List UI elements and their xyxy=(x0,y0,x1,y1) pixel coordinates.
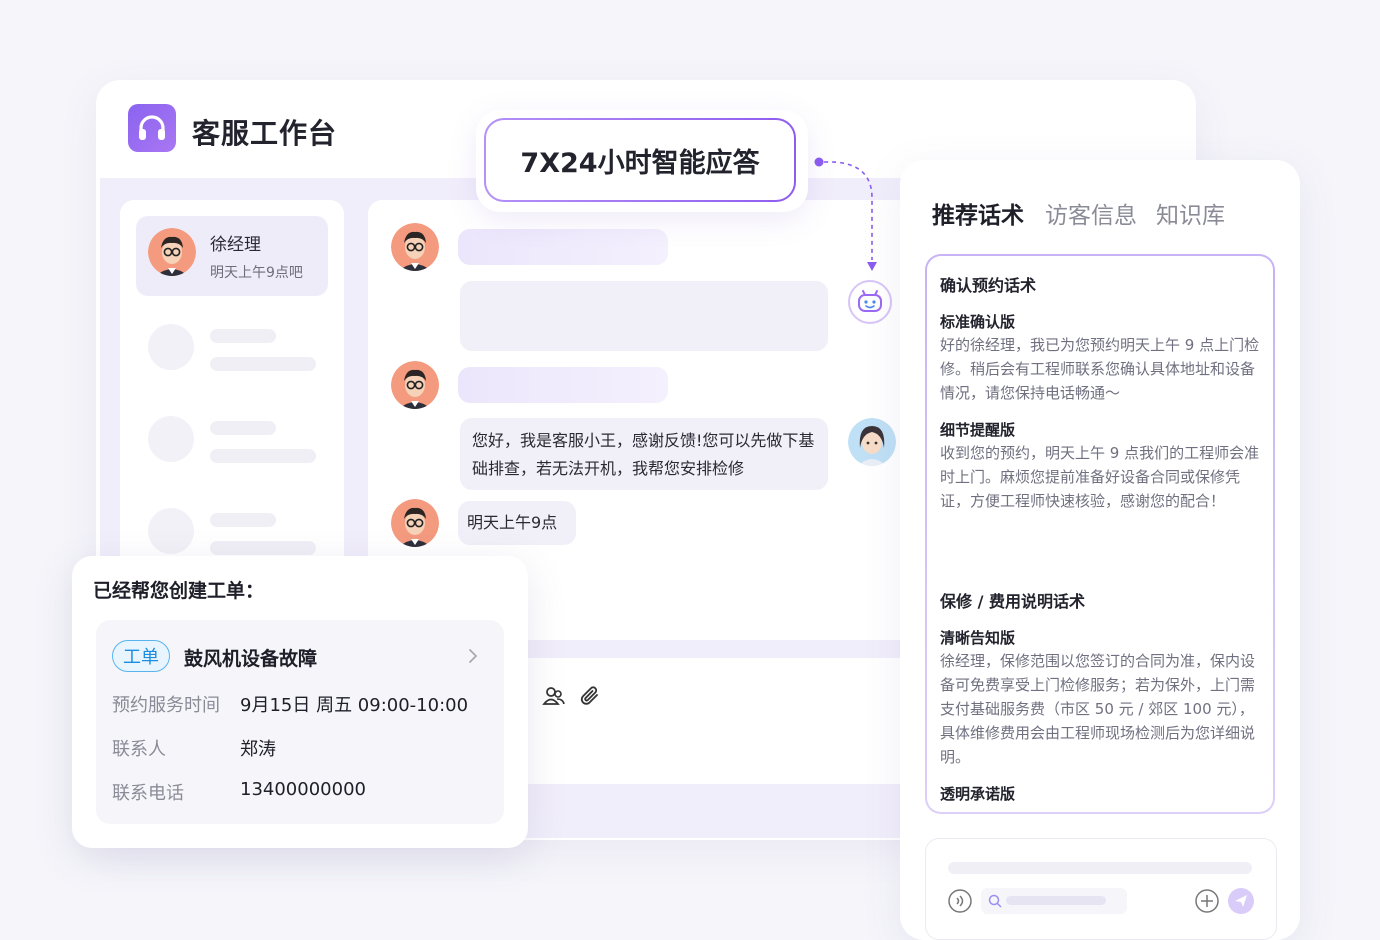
tab-visitor-info[interactable]: 访客信息 xyxy=(1045,196,1137,230)
customer-avatar xyxy=(391,499,439,547)
placeholder-avatar xyxy=(148,416,194,462)
tab-knowledge-base[interactable]: 知识库 xyxy=(1156,196,1225,230)
placeholder-line xyxy=(210,357,316,371)
conversation-name: 徐经理 xyxy=(210,235,261,255)
placeholder-line xyxy=(210,329,276,343)
customer-message: 明天上午9点 xyxy=(458,501,576,545)
placeholder-message xyxy=(460,281,828,351)
search-icon xyxy=(987,893,1003,909)
feature-callout-text: 7X24小时智能应答 xyxy=(520,147,760,179)
page-title: 客服工作台 xyxy=(192,117,338,150)
attachment-icon[interactable] xyxy=(578,684,602,708)
bot-icon xyxy=(848,280,892,324)
placeholder-avatar xyxy=(148,508,194,554)
placeholder-line xyxy=(1006,896,1106,905)
send-icon[interactable] xyxy=(1228,888,1254,914)
suggestion-item-label: 透明承诺版 xyxy=(940,785,1016,803)
add-icon[interactable] xyxy=(1194,888,1220,914)
suggestion-group-title: 确认预约话术 xyxy=(940,276,1037,295)
suggestion-item-label: 细节提醒版 xyxy=(940,421,1016,439)
headset-icon xyxy=(128,104,176,152)
work-order-heading: 已经帮您创建工单： xyxy=(93,580,265,602)
work-order-field-value: 13400000000 xyxy=(240,779,366,800)
suggestion-item-text[interactable]: 徐经理，保修范围以您签订的合同为准，保内设备可免费享受上门检修服务；若为保外，上… xyxy=(940,649,1262,769)
agent-avatar xyxy=(848,418,896,466)
suggestion-item-label: 清晰告知版 xyxy=(940,629,1016,647)
work-order-field-value: 9月15日 周五 09:00-10:00 xyxy=(240,695,469,716)
work-order-field-label: 联系人 xyxy=(112,739,166,760)
placeholder-line xyxy=(210,449,316,463)
placeholder-message xyxy=(458,229,668,265)
callout-connector xyxy=(814,157,877,271)
chevron-right-icon[interactable] xyxy=(464,646,482,666)
contacts-icon[interactable] xyxy=(542,684,566,708)
placeholder-message xyxy=(458,367,668,403)
work-order-field-label: 预约服务时间 xyxy=(112,695,220,716)
customer-avatar xyxy=(391,361,439,409)
placeholder-line xyxy=(210,541,316,555)
placeholder-line xyxy=(210,421,276,435)
conversation-preview: 明天上午9点吧 xyxy=(210,265,303,281)
placeholder-line xyxy=(948,862,1252,874)
work-order-title: 鼓风机设备故障 xyxy=(184,648,318,670)
suggestion-item-label: 标准确认版 xyxy=(940,313,1016,331)
suggestion-item-text[interactable]: 好的徐经理，我已为您预约明天上午 9 点上门检修。稍后会有工程师联系您确认具体地… xyxy=(940,333,1262,405)
tab-recommended-scripts[interactable]: 推荐话术 xyxy=(932,196,1024,230)
agent-message: 您好，我是客服小王，感谢反馈!您可以先做下基础排查，若无法开机，我帮您安排检修 xyxy=(460,418,828,490)
suggestion-item-text[interactable]: 收到您的预约，明天上午 9 点我们的工程师会准时上门。麻烦您提前准备好设备合同或… xyxy=(940,441,1262,513)
customer-avatar xyxy=(391,223,439,271)
voice-icon[interactable] xyxy=(947,888,973,914)
work-order-field-value: 郑涛 xyxy=(240,739,276,760)
placeholder-line xyxy=(210,513,276,527)
work-order-tag: 工单 xyxy=(112,640,170,672)
suggestion-group-title: 保修 / 费用说明话术 xyxy=(940,592,1085,611)
customer-avatar xyxy=(148,228,196,276)
work-order-field-label: 联系电话 xyxy=(112,783,184,804)
placeholder-avatar xyxy=(148,324,194,370)
